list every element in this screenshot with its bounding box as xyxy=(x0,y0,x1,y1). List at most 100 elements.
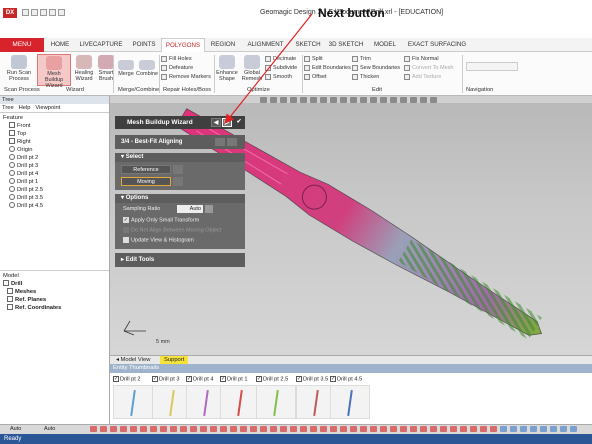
step-prev-icon[interactable] xyxy=(215,138,225,146)
settings-icon[interactable] xyxy=(205,205,213,213)
tool-icon[interactable] xyxy=(500,426,507,432)
checkbox-checked-icon[interactable]: ✓ xyxy=(330,376,336,382)
tab-polygons[interactable]: POLYGONS xyxy=(161,38,205,52)
tool-icon[interactable] xyxy=(300,426,307,432)
tree-item-meshes[interactable]: Meshes xyxy=(3,288,61,296)
thumb-label[interactable]: ✓ Drill pt 3.5 xyxy=(296,376,328,382)
tool-icon[interactable] xyxy=(140,426,147,432)
tab-livecapture[interactable]: LIVECAPTURE xyxy=(76,38,126,52)
fix-normal-button[interactable]: Fix Normal xyxy=(404,55,439,64)
tab-tree[interactable]: Tree xyxy=(2,105,14,111)
tool-icon[interactable] xyxy=(290,426,297,432)
tool-icon[interactable] xyxy=(130,426,137,432)
mesh-buildup-wizard-button[interactable]: Mesh Buildup Wizard xyxy=(37,54,71,89)
checkbox-checked-icon[interactable]: ✓ xyxy=(123,217,129,223)
tool-icon[interactable] xyxy=(400,426,407,432)
tool-icon[interactable] xyxy=(180,426,187,432)
thumbnail-image[interactable] xyxy=(256,385,296,419)
tab-viewpoint[interactable]: Viewpoint xyxy=(35,105,60,111)
tree-item-top[interactable]: Top xyxy=(3,130,109,138)
tool-icon[interactable] xyxy=(160,426,167,432)
enhance-shape-button[interactable]: Enhance Shape xyxy=(215,55,239,82)
tool-icon[interactable] xyxy=(210,426,217,432)
tree-item-front[interactable]: Front xyxy=(3,122,109,130)
offset-button[interactable]: Offset xyxy=(304,73,327,82)
tool-icon[interactable] xyxy=(380,426,387,432)
smooth-button[interactable]: Smooth xyxy=(265,73,292,82)
step-next-icon[interactable] xyxy=(227,138,237,146)
tool-icon[interactable] xyxy=(280,426,287,432)
back-button[interactable]: ◀ xyxy=(211,118,221,127)
update-view-option[interactable]: Update View & Histogram xyxy=(123,237,194,243)
healing-wizard-button[interactable]: Healing Wizard xyxy=(72,55,96,82)
tool-icon[interactable] xyxy=(540,426,547,432)
tab-model[interactable]: MODEL xyxy=(371,38,399,52)
tool-icon[interactable] xyxy=(360,426,367,432)
thumb-label[interactable]: ✓ Drill pt 4.5 xyxy=(330,376,362,382)
save-icon[interactable] xyxy=(40,9,47,16)
tool-icon[interactable] xyxy=(220,426,227,432)
checkbox-icon[interactable] xyxy=(123,227,129,233)
tool-icon[interactable] xyxy=(170,426,177,432)
tab-home[interactable]: HOME xyxy=(46,38,74,52)
filter-select[interactable]: Auto xyxy=(44,426,55,432)
tool-icon[interactable] xyxy=(310,426,317,432)
selection-mode-select[interactable]: Auto xyxy=(10,426,21,432)
reference-pick-icon[interactable] xyxy=(173,165,183,174)
tool-icon[interactable] xyxy=(100,426,107,432)
subdivide-button[interactable]: Subdivide xyxy=(265,64,297,73)
thumb-label[interactable]: ✓ Drill pt 4 xyxy=(186,376,214,382)
select-section-header[interactable]: ▾ Select xyxy=(115,153,245,162)
convert-to-mesh-button[interactable]: Convert To Mesh xyxy=(404,64,453,73)
merge-button[interactable]: Merge xyxy=(115,60,137,77)
moving-field[interactable]: Moving xyxy=(121,177,171,186)
tree-item-ref-coordinates[interactable]: Ref. Coordinates xyxy=(3,304,61,312)
run-scan-process-button[interactable]: Run Scan Process xyxy=(2,55,36,82)
thumb-label[interactable]: ✓ Drill pt 3 xyxy=(152,376,180,382)
tool-icon[interactable] xyxy=(430,426,437,432)
thumbnail-image[interactable] xyxy=(330,385,370,419)
options-section-header[interactable]: ▾ Options xyxy=(115,194,245,203)
combine-button[interactable]: Combine xyxy=(136,60,158,77)
tree-item-drill-pt[interactable]: Drill pt 2.5 xyxy=(3,186,109,194)
remove-markers-button[interactable]: Remove Markers xyxy=(161,73,211,82)
checkbox-checked-icon[interactable]: ✓ xyxy=(220,376,226,382)
tree-item-drill-pt[interactable]: Drill pt 3.5 xyxy=(3,194,109,202)
defeature-button[interactable]: Defeature xyxy=(161,64,193,73)
tab-region[interactable]: REGION xyxy=(207,38,239,52)
checkbox-checked-icon[interactable]: ✓ xyxy=(113,376,119,382)
next-button[interactable]: ▶ xyxy=(222,118,232,127)
apply-small-transform-option[interactable]: ✓ Apply Only Small Transform xyxy=(123,217,199,223)
thicken-button[interactable]: Thicken xyxy=(352,73,379,82)
add-texture-button[interactable]: Add Texture xyxy=(404,73,441,82)
tree-item-drill-pt[interactable]: Drill pt 4 xyxy=(3,170,109,178)
navigation-control[interactable] xyxy=(466,62,518,71)
checkbox-icon[interactable] xyxy=(123,237,129,243)
tree-item-drill-pt[interactable]: Drill pt 2 xyxy=(3,154,109,162)
tool-icon[interactable] xyxy=(490,426,497,432)
tool-icon[interactable] xyxy=(270,426,277,432)
app-logo[interactable]: DX xyxy=(3,8,17,18)
thumb-label[interactable]: ✓ Drill pt 2.5 xyxy=(256,376,288,382)
tool-icon[interactable] xyxy=(150,426,157,432)
tool-icon[interactable] xyxy=(440,426,447,432)
tool-icon[interactable] xyxy=(190,426,197,432)
thumbnail-image[interactable] xyxy=(220,385,260,419)
moving-pick-icon[interactable] xyxy=(173,177,183,186)
tab-help[interactable]: Help xyxy=(19,105,31,111)
open-icon[interactable] xyxy=(31,9,38,16)
fill-holes-button[interactable]: Fill Holes xyxy=(161,55,192,64)
tool-icon[interactable] xyxy=(230,426,237,432)
tool-icon[interactable] xyxy=(260,426,267,432)
tool-icon[interactable] xyxy=(370,426,377,432)
tool-icon[interactable] xyxy=(530,426,537,432)
do-not-align-option[interactable]: Do Not Align Between Moving Object xyxy=(123,227,221,233)
tree-item-drill-pt[interactable]: Drill pt 1 xyxy=(3,178,109,186)
sew-boundaries-button[interactable]: Sew Boundaries xyxy=(352,64,400,73)
thumb-label[interactable]: ✓ Drill pt 2 xyxy=(113,376,141,382)
tab-support[interactable]: Support xyxy=(160,356,189,364)
tool-icon[interactable] xyxy=(350,426,357,432)
edit-tools-section-header[interactable]: ▸ Edit Tools xyxy=(115,253,245,267)
checkbox-checked-icon[interactable]: ✓ xyxy=(296,376,302,382)
trim-button[interactable]: Trim xyxy=(352,55,371,64)
